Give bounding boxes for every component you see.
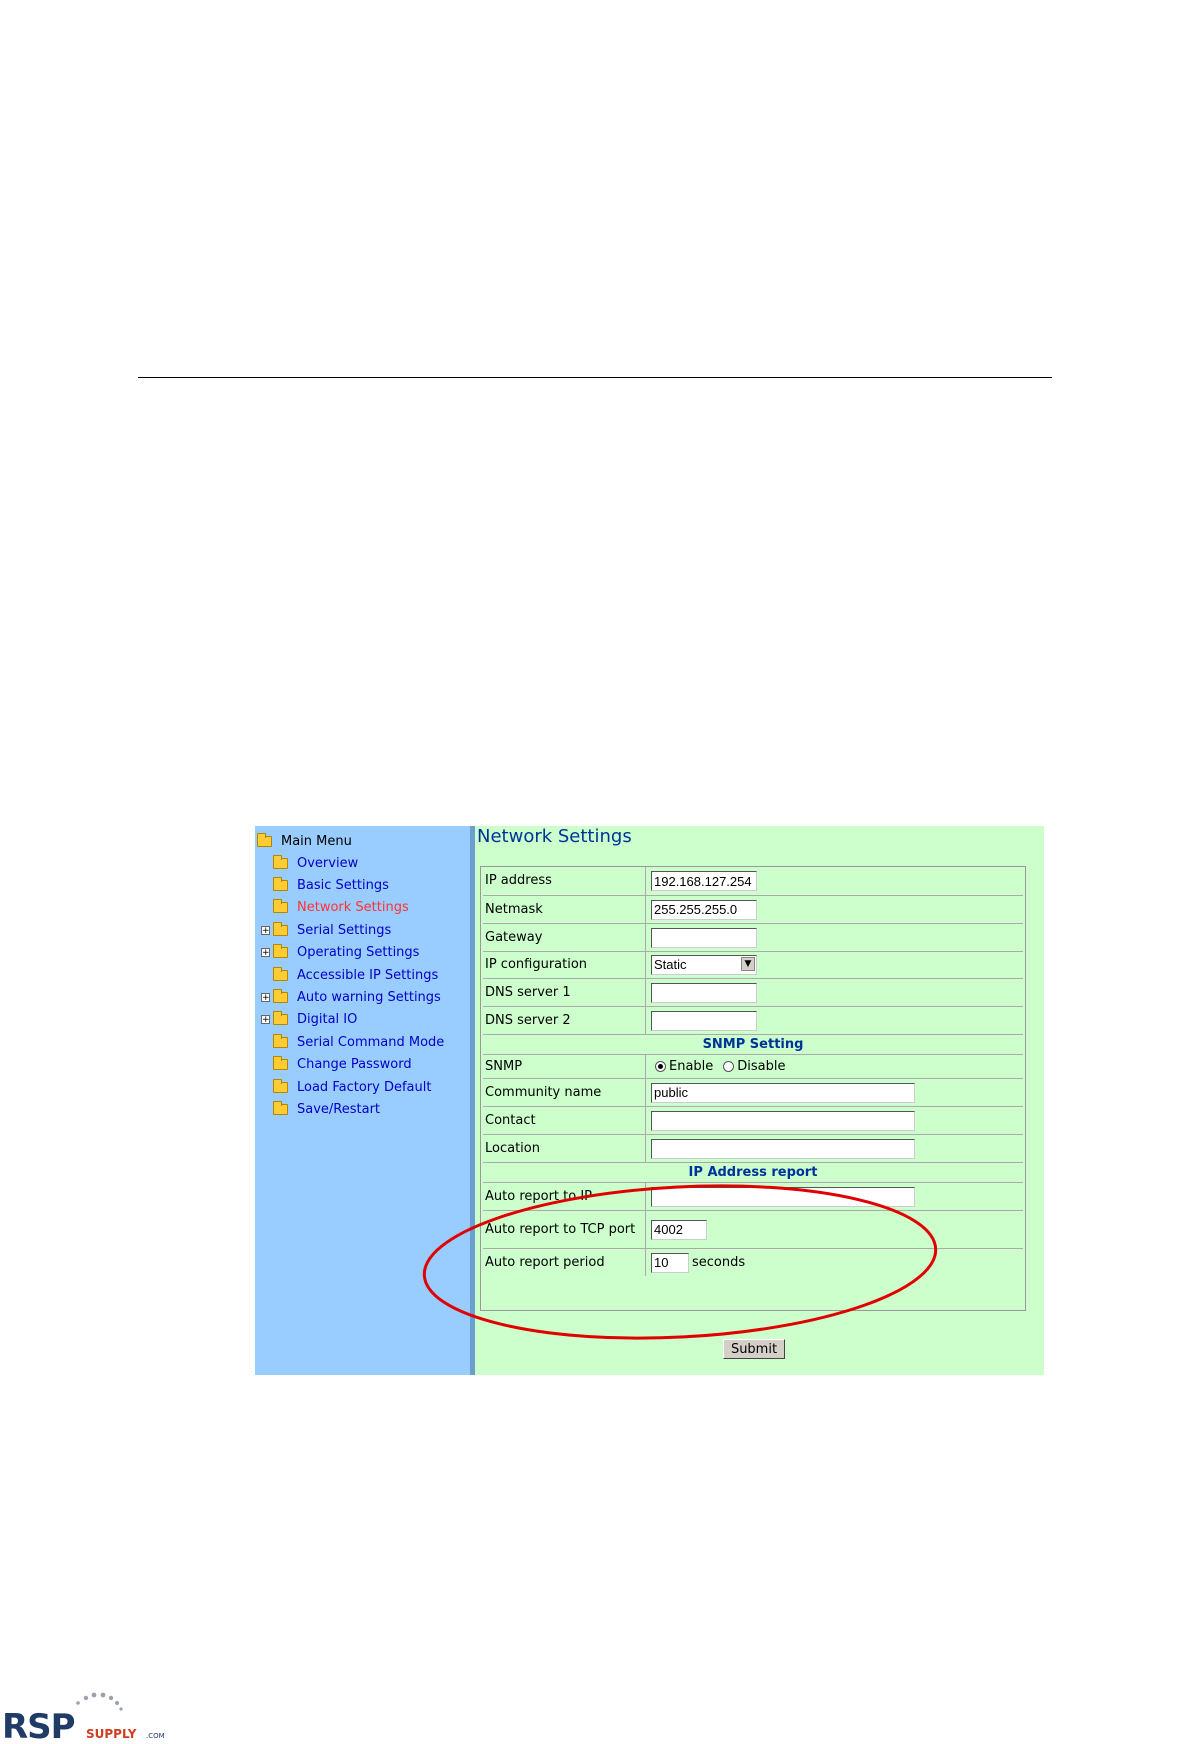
folder-icon: [273, 1056, 288, 1071]
open-folder-icon: [257, 832, 272, 847]
sidebar-item[interactable]: + Auto warning Settings: [261, 986, 441, 1008]
dns-server-2-label: DNS server 2: [483, 1007, 646, 1034]
logo-sub-text: SUPPLY: [86, 1727, 137, 1741]
contact-input[interactable]: [651, 1110, 915, 1131]
folder-icon: [273, 988, 288, 1003]
row-community-name: Community name: [483, 1078, 1023, 1106]
folder-icon: [273, 1033, 288, 1048]
expand-plus-icon[interactable]: +: [261, 925, 270, 935]
sidebar-item[interactable]: + Serial Settings: [261, 919, 392, 941]
snmp-enable-radio[interactable]: [655, 1061, 666, 1072]
sidebar-item-label: Load Factory Default: [297, 1079, 432, 1095]
community-name-input[interactable]: [651, 1082, 915, 1103]
location-label: Location: [483, 1135, 646, 1162]
snmp-section-header: SNMP Setting: [483, 1034, 1023, 1054]
row-snmp: SNMP Enable Disable: [483, 1054, 1023, 1078]
row-contact: Contact: [483, 1106, 1023, 1134]
rsp-supply-logo: RSP SUPPLY .COM: [2, 1692, 165, 1744]
row-netmask: Netmask: [483, 895, 1023, 923]
snmp-disable-radio[interactable]: [723, 1061, 735, 1072]
folder-icon: [273, 944, 288, 959]
menu-root-label: Main Menu: [281, 833, 352, 849]
location-input[interactable]: [651, 1138, 915, 1159]
folder-icon: [273, 1100, 288, 1115]
sidebar-item-label: Operating Settings: [297, 945, 420, 961]
folder-icon: [273, 921, 288, 936]
sidebar-item[interactable]: + Digital IO: [261, 1009, 358, 1031]
gateway-label: Gateway: [483, 924, 646, 951]
folder-icon: [273, 899, 288, 914]
ip-configuration-select[interactable]: Static ▼: [649, 955, 757, 975]
page-divider-line: [138, 377, 1052, 378]
expand-plus-icon[interactable]: +: [261, 948, 270, 958]
ip-address-input[interactable]: [651, 871, 757, 891]
logo-suffix-text: .COM: [146, 1732, 165, 1740]
row-dns-server-2: DNS server 2: [483, 1006, 1023, 1034]
page-title: Network Settings: [477, 826, 632, 847]
folder-icon: [273, 1078, 288, 1093]
folder-icon: [273, 1011, 288, 1026]
folder-icon: [273, 876, 288, 891]
sidebar-item[interactable]: Load Factory Default: [273, 1076, 431, 1098]
sidebar-item-label: Serial Settings: [297, 922, 392, 938]
dns-server-1-label: DNS server 1: [483, 979, 646, 1006]
sidebar-item-label: Serial Command Mode: [297, 1034, 445, 1050]
dns-server-2-input[interactable]: [651, 1010, 757, 1031]
ip-configuration-label: IP configuration: [483, 952, 646, 978]
row-ip-address: IP address: [483, 867, 1023, 895]
snmp-disable-label: Disable: [737, 1059, 786, 1074]
folder-icon: [273, 854, 288, 869]
row-ip-configuration: IP configuration Static ▼: [483, 951, 1023, 978]
sidebar-item[interactable]: + Operating Settings: [261, 942, 420, 964]
sidebar-item-label: Auto warning Settings: [297, 989, 441, 1005]
sidebar-item[interactable]: Overview: [273, 852, 358, 874]
sidebar-item[interactable]: Change Password: [273, 1054, 412, 1076]
row-gateway: Gateway: [483, 923, 1023, 951]
dropdown-arrow-icon[interactable]: ▼: [741, 957, 755, 971]
netmask-input[interactable]: [651, 899, 757, 920]
logo-main-text: RSP: [2, 1707, 75, 1744]
menu-root[interactable]: Main Menu: [257, 830, 352, 852]
snmp-enable-label: Enable: [669, 1059, 714, 1074]
dns-server-1-input[interactable]: [651, 982, 757, 1003]
row-location: Location: [483, 1134, 1023, 1162]
sidebar-item-label: Basic Settings: [297, 877, 389, 893]
sidebar-item-label: Digital IO: [297, 1012, 358, 1028]
expand-plus-icon[interactable]: +: [261, 992, 270, 1002]
contact-label: Contact: [483, 1107, 646, 1134]
sidebar-item[interactable]: Accessible IP Settings: [273, 964, 438, 986]
sidebar-item-label: Network Settings: [297, 900, 409, 916]
row-dns-server-1: DNS server 1: [483, 978, 1023, 1006]
gateway-input[interactable]: [651, 927, 757, 948]
snmp-label: SNMP: [483, 1055, 646, 1078]
netmask-label: Netmask: [483, 896, 646, 923]
ip-address-label: IP address: [483, 867, 646, 895]
sidebar-item-label: Save/Restart: [297, 1101, 381, 1117]
annotation-ellipse: [422, 1184, 938, 1340]
sidebar-item-label: Change Password: [297, 1057, 412, 1073]
folder-icon: [273, 966, 288, 981]
sidebar-item[interactable]: Save/Restart: [273, 1098, 380, 1120]
sidebar-item-label: Overview: [297, 855, 359, 871]
sidebar-item[interactable]: Serial Command Mode: [273, 1031, 444, 1053]
sidebar-item[interactable]: Network Settings: [273, 897, 409, 919]
sidebar-item[interactable]: Basic Settings: [273, 874, 389, 896]
sidebar-item-label: Accessible IP Settings: [297, 967, 439, 983]
expand-plus-icon[interactable]: +: [261, 1015, 270, 1025]
community-name-label: Community name: [483, 1079, 646, 1106]
